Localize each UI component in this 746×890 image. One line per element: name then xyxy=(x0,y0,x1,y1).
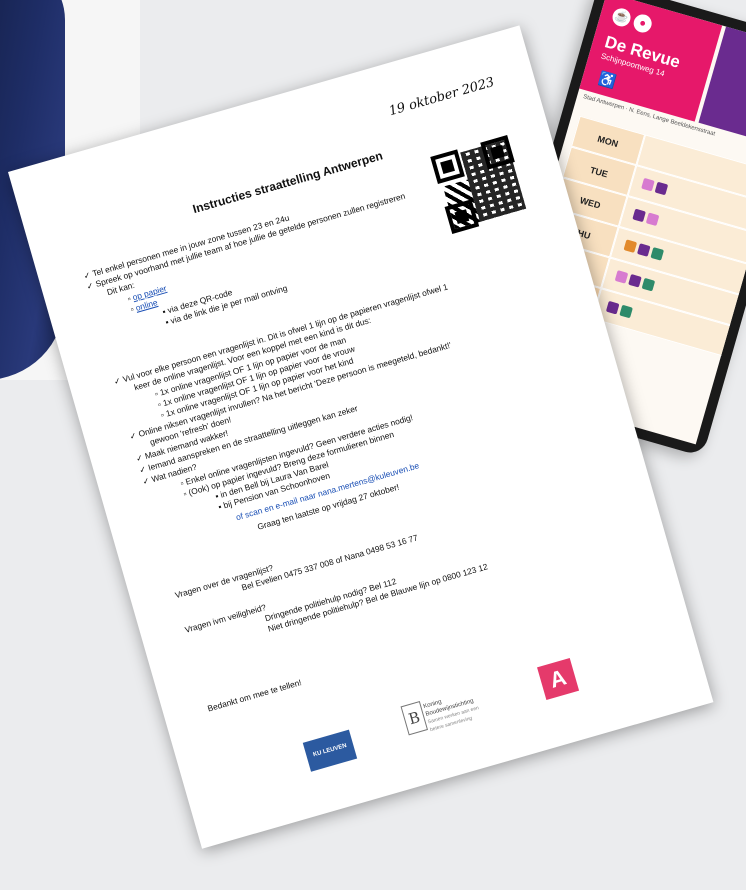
logo-row: KU LEUVEN B Koning Boudewijnstichting Sa… xyxy=(177,614,705,818)
thanks-line: Bedankt om mee te tellen! xyxy=(206,677,303,714)
qr-code xyxy=(427,132,532,237)
instruction-line: Tel enkel personen mee in jouw zone tuss… xyxy=(82,212,290,280)
food-icon: ● xyxy=(631,12,654,35)
instruction-line: Spreek op voorhand met jullie team af ho… xyxy=(85,191,406,292)
revue-icons: ☕ ● xyxy=(610,5,658,35)
cup-icon: ☕ xyxy=(610,6,633,29)
ku-leuven-logo: KU LEUVEN xyxy=(302,729,358,772)
wheelchair-icon: ♿ xyxy=(596,69,619,91)
document-date: 19 oktober 2023 xyxy=(387,74,497,120)
safety-heading: Vragen ivm veiligheid? xyxy=(183,601,268,635)
antwerpen-logo: A xyxy=(537,657,580,701)
koning-boudewijnstichting-logo: B Koning Boudewijnstichting Samen werken… xyxy=(400,682,499,745)
